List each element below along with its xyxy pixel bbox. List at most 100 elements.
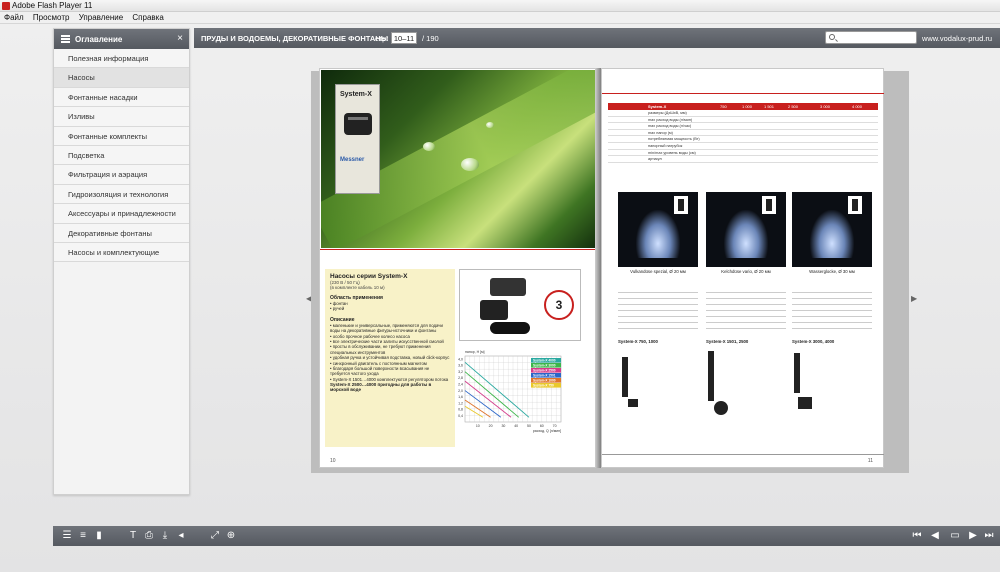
menu-control[interactable]: Управление <box>75 12 126 22</box>
sidebar-item-decorative-fountains[interactable]: Декоративные фонтаны <box>54 223 189 243</box>
spec-header-3000: 3 000 <box>820 104 831 109</box>
spec-table: размеры (ДхШхВ, мм) max расход воды (л/м… <box>608 110 878 163</box>
page-total: / 190 <box>422 34 439 43</box>
site-link[interactable]: www.vodalux-prud.ru <box>922 34 992 43</box>
parts-title: System-X 3000, 4000 <box>792 339 835 344</box>
table-row: размеры (ДхШхВ, мм) <box>608 110 878 117</box>
footer-divider <box>602 454 884 455</box>
mini-table-2 <box>706 287 786 335</box>
bookmark-list-icon[interactable]: ≡ <box>77 530 89 542</box>
text-icon[interactable]: T <box>127 530 139 542</box>
fountain-photo-2 <box>706 192 786 267</box>
chart-y-axis-label: напор, H [м] <box>465 350 484 354</box>
table-row: напорный патрубок <box>608 143 878 150</box>
sidebar-item-spouts[interactable]: Изливы <box>54 107 189 127</box>
chart-legend-label: System-X 3000 <box>533 364 556 368</box>
spec-header-4000: 4 000 <box>852 104 863 109</box>
next-page-icon[interactable]: ▶ <box>967 530 979 542</box>
download-icon[interactable]: ⤓ <box>159 530 171 542</box>
chart-y-tick-label: 1,6 <box>458 395 463 399</box>
fountain-caption-3: Wasserglocke, Ø 30 мм <box>809 269 855 274</box>
chart-y-tick-label: 2,0 <box>458 389 463 393</box>
chart-x-tick-label: 50 <box>527 424 531 428</box>
chart-y-tick-label: 3,6 <box>458 364 463 368</box>
search-input[interactable] <box>825 31 917 44</box>
menu-file[interactable]: Файл <box>0 12 27 22</box>
flipbook: System-X Messner Насосы серии System-X (… <box>305 68 909 473</box>
part-image <box>622 357 628 397</box>
spec-header-model: System-X <box>648 104 667 109</box>
product-card-name: System-X <box>340 91 372 98</box>
spec-header-2500: 2 500 <box>788 104 799 109</box>
page-number-right: 11 <box>867 458 873 464</box>
page-number-input[interactable]: 10–11 <box>391 32 417 44</box>
parts-title: System-X 1501, 2500 <box>706 339 749 344</box>
table-row: потребляемая мощность (Вт) <box>608 136 878 143</box>
first-page-icon[interactable]: ⏮ <box>911 530 923 542</box>
two-page-icon[interactable]: ▭ <box>949 530 961 542</box>
mini-table-3 <box>792 287 872 335</box>
pump-parts-image: 3 <box>459 269 581 341</box>
brand-logo: Messner <box>340 157 365 163</box>
chart-y-tick-label: 0,4 <box>458 414 463 418</box>
area-item: • ручей <box>330 306 345 312</box>
zoom-icon[interactable]: ⊕ <box>225 530 237 542</box>
menu-view[interactable]: Просмотр <box>29 12 73 22</box>
last-page-icon[interactable]: ⏭ <box>983 530 995 542</box>
water-spray <box>636 210 680 258</box>
page-number-left: 10 <box>330 458 336 464</box>
window-title: Adobe Flash Player 11 <box>12 1 93 10</box>
sidebar-item-waterproofing[interactable]: Гидроизоляция и технология <box>54 184 189 205</box>
desc-item: • удобная ручка и устойчивая подставка, … <box>330 355 450 361</box>
fullscreen-icon[interactable]: ⤢ <box>209 530 221 542</box>
sidebar-item-pumps[interactable]: Насосы <box>54 68 189 88</box>
chart-y-tick-label: 3,2 <box>458 370 463 374</box>
bookmark-icon[interactable]: ▮ <box>93 530 105 542</box>
chart-x-tick-label: 10 <box>476 424 480 428</box>
sidebar-item-lighting[interactable]: Подсветка <box>54 145 189 166</box>
table-row: max напор (м) <box>608 130 878 137</box>
print-icon[interactable]: ⎙ <box>143 530 155 542</box>
desc-item: • просты в обслуживании, не требуют прим… <box>330 344 431 355</box>
warning-note: System-X 2500…4000 пригодны для работы в… <box>330 382 432 393</box>
table-row-label: потребляемая мощность (Вт) <box>648 137 700 142</box>
water-drop <box>486 122 494 128</box>
menu-help[interactable]: Справка <box>128 12 166 22</box>
chart-y-tick-label: 2,8 <box>458 376 463 380</box>
sidebar-item-nozzles[interactable]: Фонтанные насадки <box>54 87 189 108</box>
prev-page-icon[interactable]: ◀ <box>929 530 941 542</box>
left-page[interactable]: System-X Messner Насосы серии System-X (… <box>319 68 601 468</box>
right-page[interactable]: System-X 750 1 000 1 501 2 500 3 000 4 0… <box>601 68 884 468</box>
sidebar-item-pumps-components[interactable]: Насосы и комплектующие <box>54 242 189 263</box>
spec-header-750: 750 <box>720 104 727 109</box>
part-image <box>798 397 812 409</box>
menu-bar: Файл Просмотр Управление Справка <box>0 12 1000 24</box>
fountain-caption-1: Vulkandüse spezial, Ø 20 мм <box>630 269 686 274</box>
chart-y-tick-label: 1,2 <box>458 401 463 405</box>
table-row: max расход воды (л/мин) <box>608 117 878 124</box>
table-row: max расход воды (л/час) <box>608 123 878 130</box>
chart-x-tick-label: 20 <box>489 424 493 428</box>
search-icon <box>829 34 835 40</box>
sidebar-item-fountain-kits[interactable]: Фонтанные комплекты <box>54 126 189 146</box>
pump-image <box>344 113 372 135</box>
sound-icon[interactable]: ◂ <box>175 530 187 542</box>
water-drop <box>423 142 435 151</box>
sidebar-item-accessories[interactable]: Аксессуары и принадлежности <box>54 204 189 224</box>
flash-app-icon <box>2 2 10 10</box>
warranty-badge: 3 <box>544 290 574 320</box>
pump-motor <box>480 300 508 320</box>
product-info-box: Насосы серии System-X (230 В / 50 Гц) (в… <box>325 269 455 447</box>
table-row-label: напорный патрубок <box>648 143 683 148</box>
water-drop <box>461 158 479 171</box>
nozzle-image <box>848 196 862 214</box>
list-icon[interactable]: ☰ <box>61 530 73 542</box>
list-icon <box>61 35 70 43</box>
toc-header: Оглавление × <box>54 29 189 49</box>
sidebar-item-filtration[interactable]: Фильтрация и аэрация <box>54 165 189 185</box>
close-icon[interactable]: × <box>177 33 183 44</box>
title-bar: Adobe Flash Player 11 <box>0 0 1000 12</box>
part-image <box>628 399 638 407</box>
next-page-arrow-icon[interactable]: ▶ <box>911 294 917 303</box>
sidebar-item-useful-info[interactable]: Полезная информация <box>54 49 189 69</box>
